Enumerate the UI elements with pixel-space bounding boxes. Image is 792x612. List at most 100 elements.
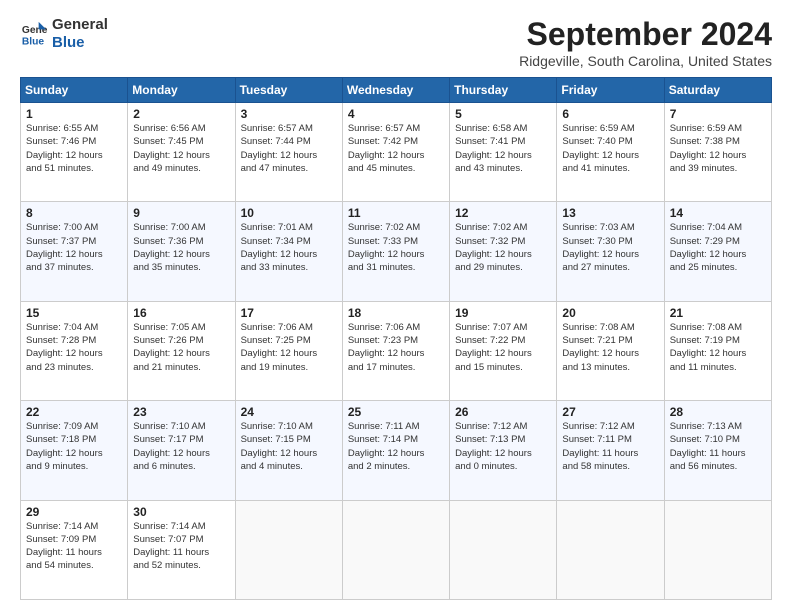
day-info: Sunrise: 6:55 AMSunset: 7:46 PMDaylight:… (26, 122, 122, 175)
table-row: 1Sunrise: 6:55 AMSunset: 7:46 PMDaylight… (21, 103, 128, 202)
day-number: 7 (670, 107, 766, 121)
day-info: Sunrise: 6:59 AMSunset: 7:38 PMDaylight:… (670, 122, 766, 175)
calendar-row: 15Sunrise: 7:04 AMSunset: 7:28 PMDayligh… (21, 301, 772, 400)
day-number: 6 (562, 107, 658, 121)
page-header: General Blue General Blue September 2024… (20, 16, 772, 69)
day-number: 26 (455, 405, 551, 419)
table-row: 15Sunrise: 7:04 AMSunset: 7:28 PMDayligh… (21, 301, 128, 400)
day-number: 15 (26, 306, 122, 320)
table-row: 5Sunrise: 6:58 AMSunset: 7:41 PMDaylight… (450, 103, 557, 202)
day-number: 3 (241, 107, 337, 121)
day-info: Sunrise: 6:56 AMSunset: 7:45 PMDaylight:… (133, 122, 229, 175)
day-info: Sunrise: 7:10 AMSunset: 7:17 PMDaylight:… (133, 420, 229, 473)
table-row: 10Sunrise: 7:01 AMSunset: 7:34 PMDayligh… (235, 202, 342, 301)
day-info: Sunrise: 7:10 AMSunset: 7:15 PMDaylight:… (241, 420, 337, 473)
table-row: 28Sunrise: 7:13 AMSunset: 7:10 PMDayligh… (664, 401, 771, 500)
table-row: 30Sunrise: 7:14 AMSunset: 7:07 PMDayligh… (128, 500, 235, 599)
day-number: 20 (562, 306, 658, 320)
table-row: 6Sunrise: 6:59 AMSunset: 7:40 PMDaylight… (557, 103, 664, 202)
table-row (557, 500, 664, 599)
table-row: 2Sunrise: 6:56 AMSunset: 7:45 PMDaylight… (128, 103, 235, 202)
day-number: 25 (348, 405, 444, 419)
table-row: 22Sunrise: 7:09 AMSunset: 7:18 PMDayligh… (21, 401, 128, 500)
day-info: Sunrise: 7:01 AMSunset: 7:34 PMDaylight:… (241, 221, 337, 274)
table-row: 19Sunrise: 7:07 AMSunset: 7:22 PMDayligh… (450, 301, 557, 400)
table-row (235, 500, 342, 599)
day-info: Sunrise: 7:06 AMSunset: 7:23 PMDaylight:… (348, 321, 444, 374)
calendar-row: 8Sunrise: 7:00 AMSunset: 7:37 PMDaylight… (21, 202, 772, 301)
day-info: Sunrise: 7:09 AMSunset: 7:18 PMDaylight:… (26, 420, 122, 473)
svg-text:Blue: Blue (22, 36, 45, 47)
day-info: Sunrise: 6:59 AMSunset: 7:40 PMDaylight:… (562, 122, 658, 175)
table-row (664, 500, 771, 599)
day-number: 22 (26, 405, 122, 419)
calendar-page: General Blue General Blue September 2024… (0, 0, 792, 612)
day-info: Sunrise: 7:08 AMSunset: 7:21 PMDaylight:… (562, 321, 658, 374)
day-info: Sunrise: 7:11 AMSunset: 7:14 PMDaylight:… (348, 420, 444, 473)
day-info: Sunrise: 7:04 AMSunset: 7:29 PMDaylight:… (670, 221, 766, 274)
calendar-row: 29Sunrise: 7:14 AMSunset: 7:09 PMDayligh… (21, 500, 772, 599)
day-number: 10 (241, 206, 337, 220)
day-info: Sunrise: 6:58 AMSunset: 7:41 PMDaylight:… (455, 122, 551, 175)
day-info: Sunrise: 7:02 AMSunset: 7:32 PMDaylight:… (455, 221, 551, 274)
calendar-row: 1Sunrise: 6:55 AMSunset: 7:46 PMDaylight… (21, 103, 772, 202)
day-number: 27 (562, 405, 658, 419)
table-row: 16Sunrise: 7:05 AMSunset: 7:26 PMDayligh… (128, 301, 235, 400)
day-number: 19 (455, 306, 551, 320)
day-info: Sunrise: 6:57 AMSunset: 7:42 PMDaylight:… (348, 122, 444, 175)
calendar-row: 22Sunrise: 7:09 AMSunset: 7:18 PMDayligh… (21, 401, 772, 500)
logo: General Blue General Blue (20, 16, 108, 52)
table-row: 8Sunrise: 7:00 AMSunset: 7:37 PMDaylight… (21, 202, 128, 301)
table-row: 11Sunrise: 7:02 AMSunset: 7:33 PMDayligh… (342, 202, 449, 301)
day-info: Sunrise: 7:00 AMSunset: 7:37 PMDaylight:… (26, 221, 122, 274)
day-number: 2 (133, 107, 229, 121)
col-thursday: Thursday (450, 78, 557, 103)
table-row: 9Sunrise: 7:00 AMSunset: 7:36 PMDaylight… (128, 202, 235, 301)
day-number: 5 (455, 107, 551, 121)
svg-text:General: General (22, 25, 48, 36)
day-number: 24 (241, 405, 337, 419)
day-number: 14 (670, 206, 766, 220)
day-info: Sunrise: 7:00 AMSunset: 7:36 PMDaylight:… (133, 221, 229, 274)
table-row: 20Sunrise: 7:08 AMSunset: 7:21 PMDayligh… (557, 301, 664, 400)
location: Ridgeville, South Carolina, United State… (519, 53, 772, 69)
table-row: 14Sunrise: 7:04 AMSunset: 7:29 PMDayligh… (664, 202, 771, 301)
day-info: Sunrise: 7:05 AMSunset: 7:26 PMDaylight:… (133, 321, 229, 374)
table-row: 7Sunrise: 6:59 AMSunset: 7:38 PMDaylight… (664, 103, 771, 202)
day-number: 12 (455, 206, 551, 220)
day-info: Sunrise: 7:06 AMSunset: 7:25 PMDaylight:… (241, 321, 337, 374)
table-row: 23Sunrise: 7:10 AMSunset: 7:17 PMDayligh… (128, 401, 235, 500)
day-info: Sunrise: 7:13 AMSunset: 7:10 PMDaylight:… (670, 420, 766, 473)
day-info: Sunrise: 7:14 AMSunset: 7:07 PMDaylight:… (133, 520, 229, 573)
table-row: 12Sunrise: 7:02 AMSunset: 7:32 PMDayligh… (450, 202, 557, 301)
day-number: 13 (562, 206, 658, 220)
logo-text: General Blue (52, 16, 108, 52)
table-row: 27Sunrise: 7:12 AMSunset: 7:11 PMDayligh… (557, 401, 664, 500)
day-info: Sunrise: 7:07 AMSunset: 7:22 PMDaylight:… (455, 321, 551, 374)
col-tuesday: Tuesday (235, 78, 342, 103)
table-row: 13Sunrise: 7:03 AMSunset: 7:30 PMDayligh… (557, 202, 664, 301)
table-row: 4Sunrise: 6:57 AMSunset: 7:42 PMDaylight… (342, 103, 449, 202)
day-info: Sunrise: 7:03 AMSunset: 7:30 PMDaylight:… (562, 221, 658, 274)
col-wednesday: Wednesday (342, 78, 449, 103)
col-friday: Friday (557, 78, 664, 103)
month-title: September 2024 (519, 16, 772, 53)
col-sunday: Sunday (21, 78, 128, 103)
day-number: 28 (670, 405, 766, 419)
table-row: 26Sunrise: 7:12 AMSunset: 7:13 PMDayligh… (450, 401, 557, 500)
day-number: 17 (241, 306, 337, 320)
table-row (342, 500, 449, 599)
day-info: Sunrise: 7:12 AMSunset: 7:13 PMDaylight:… (455, 420, 551, 473)
table-row: 17Sunrise: 7:06 AMSunset: 7:25 PMDayligh… (235, 301, 342, 400)
day-info: Sunrise: 7:12 AMSunset: 7:11 PMDaylight:… (562, 420, 658, 473)
table-row: 29Sunrise: 7:14 AMSunset: 7:09 PMDayligh… (21, 500, 128, 599)
title-section: September 2024 Ridgeville, South Carolin… (519, 16, 772, 69)
day-info: Sunrise: 7:04 AMSunset: 7:28 PMDaylight:… (26, 321, 122, 374)
table-row: 25Sunrise: 7:11 AMSunset: 7:14 PMDayligh… (342, 401, 449, 500)
day-number: 11 (348, 206, 444, 220)
day-number: 21 (670, 306, 766, 320)
col-saturday: Saturday (664, 78, 771, 103)
table-row: 21Sunrise: 7:08 AMSunset: 7:19 PMDayligh… (664, 301, 771, 400)
day-info: Sunrise: 7:08 AMSunset: 7:19 PMDaylight:… (670, 321, 766, 374)
day-number: 1 (26, 107, 122, 121)
